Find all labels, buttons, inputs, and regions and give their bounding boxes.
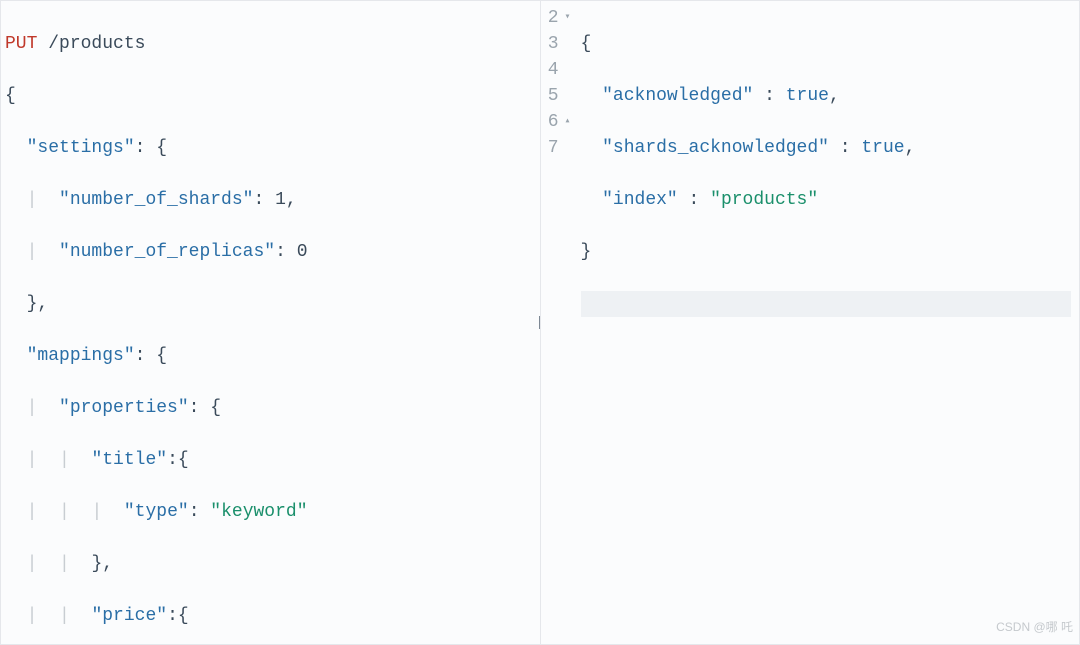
request-code[interactable]: PUT /products { "settings": { | "number_… xyxy=(1,1,540,644)
watermark: CSDN @哪 吒 xyxy=(996,614,1073,640)
line-gutter: 2▾ 3 4 5 6▴ 7 xyxy=(541,1,577,644)
price-key: "price" xyxy=(91,606,167,626)
line-number: 7 xyxy=(548,135,559,161)
mappings-key: "mappings" xyxy=(27,346,135,366)
index-val: "products" xyxy=(710,190,818,210)
line-number: 5 xyxy=(548,83,559,109)
num-shards-key: "number_of_shards" xyxy=(59,190,253,210)
num-replicas-key: "number_of_replicas" xyxy=(59,242,275,262)
num-shards-val: 1 xyxy=(275,190,286,210)
index-key: "index" xyxy=(602,190,678,210)
fold-open-icon[interactable]: ▾ xyxy=(561,5,571,31)
ack-val: true xyxy=(786,86,829,106)
shards-ack-key: "shards_acknowledged" xyxy=(602,138,829,158)
title-type: "keyword" xyxy=(210,502,307,522)
editor-container: PUT /products { "settings": { | "number_… xyxy=(0,0,1080,645)
settings-key: "settings" xyxy=(27,138,135,158)
properties-key: "properties" xyxy=(59,398,189,418)
request-path: /products xyxy=(48,34,145,54)
line-number: 3 xyxy=(548,31,559,57)
ack-key: "acknowledged" xyxy=(602,86,753,106)
line-number: 4 xyxy=(548,57,559,83)
type-key: "type" xyxy=(124,502,189,522)
shards-ack-val: true xyxy=(861,138,904,158)
request-pane: PUT /products { "settings": { | "number_… xyxy=(1,1,540,644)
response-pane: 2▾ 3 4 5 6▴ 7 { "acknowledged" : true, "… xyxy=(540,1,1080,644)
fold-close-icon[interactable]: ▴ xyxy=(561,109,571,135)
title-key: "title" xyxy=(91,450,167,470)
num-replicas-val: 0 xyxy=(297,242,308,262)
http-method: PUT xyxy=(5,34,37,54)
line-number: 6 xyxy=(548,109,559,135)
line-number: 2 xyxy=(548,5,559,31)
response-code[interactable]: { "acknowledged" : true, "shards_acknowl… xyxy=(577,1,1080,644)
